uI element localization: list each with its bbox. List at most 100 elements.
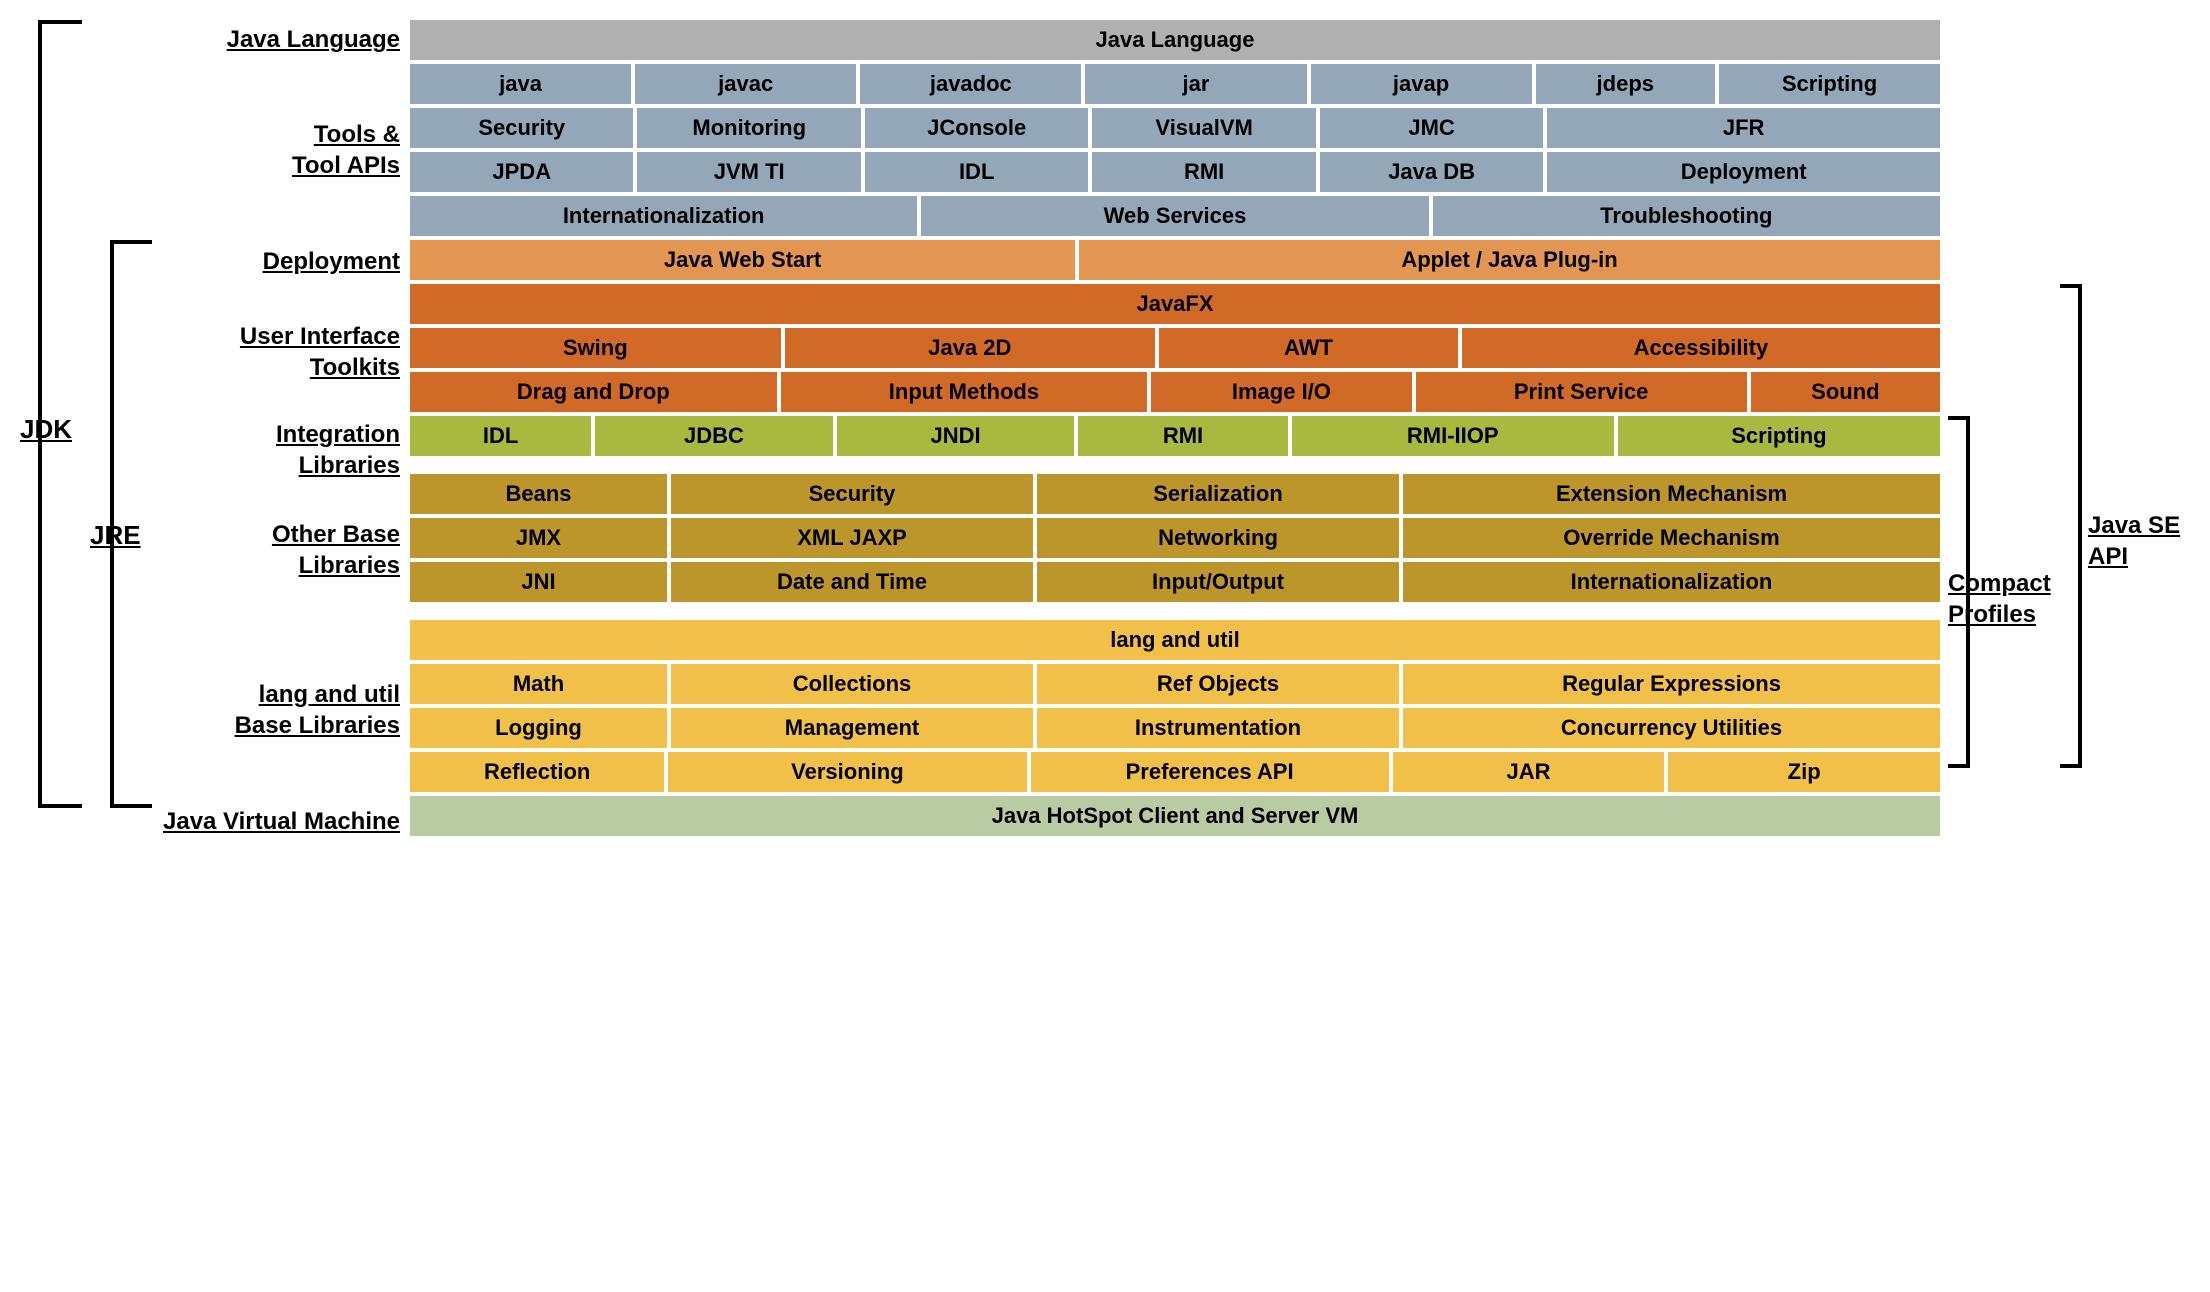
cell-jdbc: JDBC	[595, 416, 833, 456]
cell-preferences: Preferences API	[1031, 752, 1389, 792]
cell-beans: Beans	[410, 474, 667, 514]
cell-jfr: JFR	[1547, 108, 1940, 148]
cell-awt: AWT	[1159, 328, 1458, 368]
cell-jdeps: jdeps	[1536, 64, 1715, 104]
cell-xml-jaxp: XML JAXP	[671, 518, 1033, 558]
spacer	[410, 460, 1940, 470]
row-tools-1: java javac javadoc jar javap jdeps Scrip…	[410, 64, 1940, 104]
row-ui-3: Drag and Drop Input Methods Image I/O Pr…	[410, 372, 1940, 412]
cell-print-service: Print Service	[1416, 372, 1747, 412]
cell-rmi-iiop: RMI-IIOP	[1292, 416, 1614, 456]
row-ui-2: Swing Java 2D AWT Accessibility	[410, 328, 1940, 368]
row-other-3: JNI Date and Time Input/Output Internati…	[410, 562, 1940, 602]
row-lang-2: Math Collections Ref Objects Regular Exp…	[410, 664, 1940, 704]
section-labels-column: Java Language Tools &Tool APIs Deploymen…	[160, 20, 410, 844]
label-tools-apis: Tools &Tool APIs	[160, 60, 410, 240]
label-javase-api: Java SEAPI	[2088, 510, 2188, 572]
row-deployment: Java Web Start Applet / Java Plug-in	[410, 240, 1940, 280]
label-ui-toolkits: User InterfaceToolkits	[160, 284, 410, 420]
bracket-javase-api	[2060, 284, 2082, 768]
cell-scripting: Scripting	[1719, 64, 1940, 104]
row-jvm: Java HotSpot Client and Server VM	[410, 796, 1940, 836]
cell-input-output: Input/Output	[1037, 562, 1399, 602]
cell-math: Math	[410, 664, 667, 704]
row-lang-4: Reflection Versioning Preferences API JA…	[410, 752, 1940, 792]
java-platform-diagram: JDK JRE Java Language Tools &Tool APIs D…	[20, 20, 2190, 844]
label-jvm: Java Virtual Machine	[160, 800, 410, 844]
cell-troubleshooting: Troubleshooting	[1433, 196, 1940, 236]
cell-security-tool: Security	[410, 108, 633, 148]
cell-idl-tool: IDL	[865, 152, 1088, 192]
cell-ref-objects: Ref Objects	[1037, 664, 1399, 704]
row-lang-1: lang and util	[410, 620, 1940, 660]
cell-swing: Swing	[410, 328, 781, 368]
cell-i18n-base: Internationalization	[1403, 562, 1940, 602]
cell-instrumentation: Instrumentation	[1037, 708, 1399, 748]
cell-javap: javap	[1311, 64, 1532, 104]
cell-zip: Zip	[1668, 752, 1940, 792]
cell-idl: IDL	[410, 416, 591, 456]
cell-java2d: Java 2D	[785, 328, 1156, 368]
row-integration: IDL JDBC JNDI RMI RMI-IIOP Scripting	[410, 416, 1940, 456]
cell-jvmti: JVM TI	[637, 152, 860, 192]
cell-visualvm: VisualVM	[1092, 108, 1315, 148]
cell-jpda: JPDA	[410, 152, 633, 192]
cell-serialization: Serialization	[1037, 474, 1399, 514]
cell-rmi: RMI	[1078, 416, 1287, 456]
row-ui-1: JavaFX	[410, 284, 1940, 324]
cell-java: java	[410, 64, 631, 104]
cell-javafx: JavaFX	[410, 284, 1940, 324]
cell-javadoc: javadoc	[860, 64, 1081, 104]
bracket-label-jre: JRE	[90, 520, 141, 551]
cell-javac: javac	[635, 64, 856, 104]
row-java-language: Java Language	[410, 20, 1940, 60]
label-other-base: Other BaseLibraries	[160, 480, 410, 620]
row-lang-3: Logging Management Instrumentation Concu…	[410, 708, 1940, 748]
cell-jmc: JMC	[1320, 108, 1543, 148]
cell-monitoring: Monitoring	[637, 108, 860, 148]
cell-imageio: Image I/O	[1151, 372, 1411, 412]
cell-input-methods: Input Methods	[781, 372, 1148, 412]
label-java-language: Java Language	[160, 20, 410, 60]
cell-extension-mechanism: Extension Mechanism	[1403, 474, 1940, 514]
cell-javadb: Java DB	[1320, 152, 1543, 192]
right-brackets: CompactProfiles Java SEAPI	[1940, 20, 2190, 844]
cell-webservices: Web Services	[921, 196, 1428, 236]
cell-sound: Sound	[1751, 372, 1940, 412]
cell-concurrency: Concurrency Utilities	[1403, 708, 1940, 748]
cell-dragdrop: Drag and Drop	[410, 372, 777, 412]
cell-hotspot: Java HotSpot Client and Server VM	[410, 796, 1940, 836]
cell-rmi-tool: RMI	[1092, 152, 1315, 192]
row-tools-2: Security Monitoring JConsole VisualVM JM…	[410, 108, 1940, 148]
row-other-2: JMX XML JAXP Networking Override Mechani…	[410, 518, 1940, 558]
cell-java-language: Java Language	[410, 20, 1940, 60]
row-other-1: Beans Security Serialization Extension M…	[410, 474, 1940, 514]
cell-date-time: Date and Time	[671, 562, 1033, 602]
cell-regex: Regular Expressions	[1403, 664, 1940, 704]
cell-lang-util: lang and util	[410, 620, 1940, 660]
cell-security-base: Security	[671, 474, 1033, 514]
cell-java-web-start: Java Web Start	[410, 240, 1075, 280]
cell-applet-plugin: Applet / Java Plug-in	[1079, 240, 1940, 280]
cell-management: Management	[671, 708, 1033, 748]
left-brackets: JDK JRE	[20, 20, 160, 844]
cell-jndi: JNDI	[837, 416, 1075, 456]
cell-jni: JNI	[410, 562, 667, 602]
cell-jconsole: JConsole	[865, 108, 1088, 148]
bracket-label-jdk: JDK	[20, 414, 72, 445]
row-tools-4: Internationalization Web Services Troubl…	[410, 196, 1940, 236]
spacer	[410, 606, 1940, 616]
content-grid: Java Language java javac javadoc jar jav…	[410, 20, 1940, 844]
label-compact-profiles: CompactProfiles	[1948, 568, 2058, 630]
cell-i18n-tool: Internationalization	[410, 196, 917, 236]
label-deployment: Deployment	[160, 240, 410, 284]
cell-jar-lang: JAR	[1393, 752, 1665, 792]
cell-scripting-int: Scripting	[1618, 416, 1940, 456]
cell-networking: Networking	[1037, 518, 1399, 558]
cell-accessibility: Accessibility	[1462, 328, 1940, 368]
cell-jar: jar	[1085, 64, 1306, 104]
label-lang-util: lang and utilBase Libraries	[160, 620, 410, 800]
cell-reflection: Reflection	[410, 752, 664, 792]
row-tools-3: JPDA JVM TI IDL RMI Java DB Deployment	[410, 152, 1940, 192]
cell-jmx: JMX	[410, 518, 667, 558]
